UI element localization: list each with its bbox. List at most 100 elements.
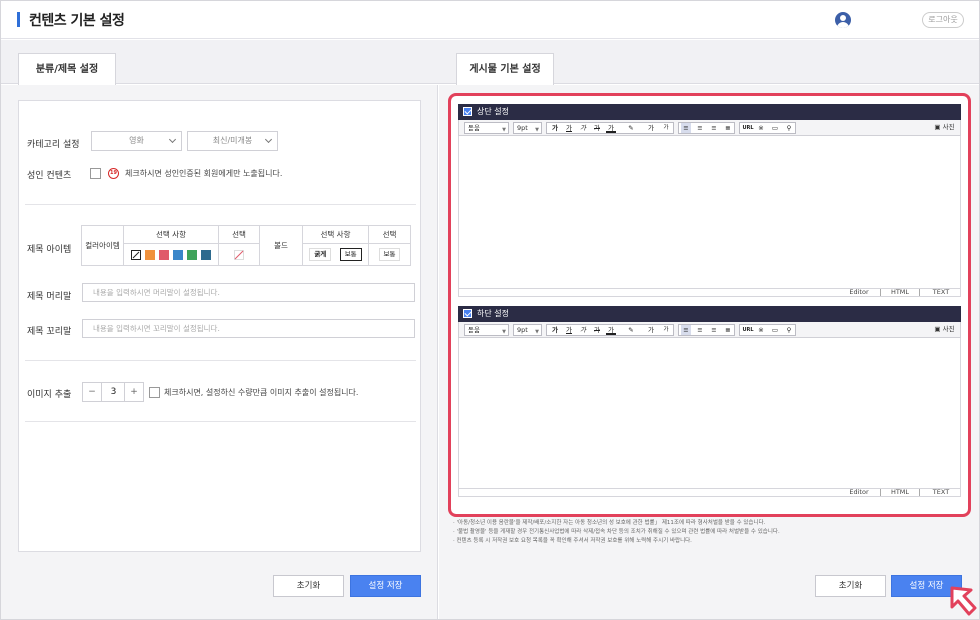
left-save-button[interactable]: 설정 저장: [350, 575, 421, 597]
page-title: 컨텐츠 기본 설정: [29, 13, 125, 29]
special-char-icon[interactable]: ※: [756, 123, 766, 133]
font-size-select[interactable]: 9pt ▼: [513, 122, 542, 134]
category-settings-card: 카테고리 설정 영화 최신/미개봉 성인 컨텐츠 19 체크하시면 성인인증된 …: [18, 100, 421, 552]
size-down-button[interactable]: 가: [660, 123, 672, 133]
title-suffix-input[interactable]: 내용을 입력하시면 꼬리말이 설정됩니다.: [82, 319, 415, 338]
color-swatch-blue[interactable]: [173, 249, 183, 260]
category-select-main[interactable]: 영화: [91, 131, 182, 151]
align-group: ≡ ≡ ≡ ≣: [678, 324, 735, 336]
font-size-select[interactable]: 9pt ▼: [513, 324, 542, 336]
top-editor-body[interactable]: [458, 136, 961, 288]
italic-button[interactable]: 가: [578, 123, 588, 133]
tab-bar: 분류/제목 설정 게시물 기본 설정: [1, 40, 979, 85]
title-item-label: 제목 아이템: [27, 245, 72, 255]
size-up-button[interactable]: 가: [645, 325, 657, 335]
category-select-sub[interactable]: 최신/미개봉: [187, 131, 278, 151]
bold-button[interactable]: 가: [550, 325, 560, 335]
text-mode-tab[interactable]: TEXT: [921, 489, 961, 496]
category-label: 카테고리 설정: [27, 140, 80, 150]
photo-button[interactable]: ▣ 사진: [931, 324, 958, 336]
adult-content-checkbox[interactable]: [90, 168, 101, 179]
chevron-down-icon: ▼: [535, 329, 539, 335]
color-swatch-navy[interactable]: [201, 249, 211, 260]
bold-options-header: 선택 사항: [302, 225, 369, 244]
title-prefix-label: 제목 머리말: [27, 292, 72, 302]
font-family-select[interactable]: 돋움 ▼: [464, 324, 509, 336]
size-up-button[interactable]: 가: [645, 123, 657, 133]
stepper-minus-button[interactable]: −: [83, 383, 102, 401]
search-icon[interactable]: ⚲: [784, 123, 794, 133]
align-left-icon[interactable]: ≡: [681, 123, 691, 133]
special-char-icon[interactable]: ※: [756, 325, 766, 335]
align-left-icon[interactable]: ≡: [681, 325, 691, 335]
underline-button[interactable]: 가: [564, 325, 574, 335]
align-right-icon[interactable]: ≡: [709, 123, 719, 133]
align-center-icon[interactable]: ≡: [695, 123, 705, 133]
font-family-select[interactable]: 돋움 ▼: [464, 122, 509, 134]
html-mode-tab[interactable]: HTML: [880, 489, 920, 496]
align-right-icon[interactable]: ≡: [709, 325, 719, 335]
bottom-editor-checkbox[interactable]: [463, 309, 472, 318]
color-swatch-none[interactable]: [131, 249, 141, 260]
align-justify-icon[interactable]: ≣: [723, 123, 733, 133]
stepper-value[interactable]: 3: [103, 383, 124, 401]
left-reset-button[interactable]: 초기화: [273, 575, 344, 597]
section-divider: [25, 421, 416, 422]
size-down-button[interactable]: 가: [660, 325, 672, 335]
search-icon[interactable]: ⚲: [784, 325, 794, 335]
align-group: ≡ ≡ ≡ ≣: [678, 122, 735, 134]
left-panel: 카테고리 설정 영화 최신/미개봉 성인 컨텐츠 19 체크하시면 성인인증된 …: [1, 85, 438, 619]
editor-mode-tab[interactable]: Editor: [839, 289, 879, 296]
color-swatch-red[interactable]: [159, 249, 169, 260]
color-swatch-green[interactable]: [187, 249, 197, 260]
image-extract-checkbox[interactable]: [149, 387, 160, 398]
highlight-pen-icon[interactable]: ✎: [625, 123, 637, 133]
italic-button[interactable]: 가: [578, 325, 588, 335]
title-suffix-label: 제목 꼬리말: [27, 327, 72, 337]
color-options-header: 선택 사항: [123, 225, 219, 244]
chevron-down-icon: ▼: [502, 329, 506, 335]
font-color-button[interactable]: 가: [606, 325, 616, 335]
html-mode-tab[interactable]: HTML: [880, 289, 920, 296]
top-editor-checkbox[interactable]: [463, 107, 472, 116]
color-select-header: 선택: [218, 225, 260, 244]
underline-button[interactable]: 가: [564, 123, 574, 133]
stepper-plus-button[interactable]: +: [124, 383, 143, 401]
strike-button[interactable]: 가: [592, 325, 602, 335]
highlight-pen-icon[interactable]: ✎: [625, 325, 637, 335]
legal-notice-item: · '불법 촬영물' 등을 게재할 경우 전기통신사업법에 따라 삭제/접속 차…: [453, 529, 780, 535]
right-reset-button[interactable]: 초기화: [815, 575, 886, 597]
strike-button[interactable]: 가: [592, 123, 602, 133]
section-divider: [25, 360, 416, 361]
legal-notice-list: · '아동/청소년 이용 음란물'을 제작/배포/소지한 자는 아동 청소년의 …: [453, 519, 780, 546]
top-editor: 상단 설정 돋움 ▼ 9pt ▼ 가 가 가 가 가 ✎ 가 가 ≡ ≡ ≡ ≣…: [458, 104, 961, 298]
app-window: 컨텐츠 기본 설정 로그아웃 분류/제목 설정 게시물 기본 설정 카테고리 설…: [0, 0, 980, 620]
url-button[interactable]: URL: [742, 123, 754, 133]
align-justify-icon[interactable]: ≣: [723, 325, 733, 335]
user-avatar-icon[interactable]: [835, 12, 851, 28]
bold-option-normal-button[interactable]: 보통: [339, 248, 362, 261]
table-icon[interactable]: ▭: [770, 325, 780, 335]
text-mode-tab[interactable]: TEXT: [921, 289, 961, 296]
url-button[interactable]: URL: [742, 325, 754, 335]
photo-button[interactable]: ▣ 사진: [931, 122, 958, 134]
bold-option-bold-button[interactable]: 굵게: [309, 248, 332, 261]
tab-category-title[interactable]: 분류/제목 설정: [18, 53, 116, 85]
align-center-icon[interactable]: ≡: [695, 325, 705, 335]
editor-mode-tab[interactable]: Editor: [839, 489, 879, 496]
logout-button[interactable]: 로그아웃: [922, 12, 964, 28]
bold-item-label: 볼드: [259, 225, 303, 266]
title-item-options-table: 컬러아이템 선택 사항 선택 볼드 선택 사항 선택 굵게 보통 보통: [81, 225, 411, 266]
photo-icon: ▣: [934, 123, 941, 131]
bottom-editor-body[interactable]: [458, 338, 961, 488]
color-swatch-orange[interactable]: [145, 249, 155, 260]
adult-content-hint: 체크하시면 성인인증된 회원에게만 노출됩니다.: [125, 169, 283, 178]
chevron-down-icon: ▼: [502, 127, 506, 133]
title-accent-bar: [17, 12, 20, 27]
bold-button[interactable]: 가: [550, 123, 560, 133]
font-color-button[interactable]: 가: [606, 123, 616, 133]
bottom-editor-mode-bar: Editor HTML TEXT: [458, 488, 961, 497]
tab-post-basic[interactable]: 게시물 기본 설정: [456, 53, 554, 85]
table-icon[interactable]: ▭: [770, 123, 780, 133]
title-prefix-input[interactable]: 내용을 입력하시면 머리말이 설정됩니다.: [82, 283, 415, 302]
